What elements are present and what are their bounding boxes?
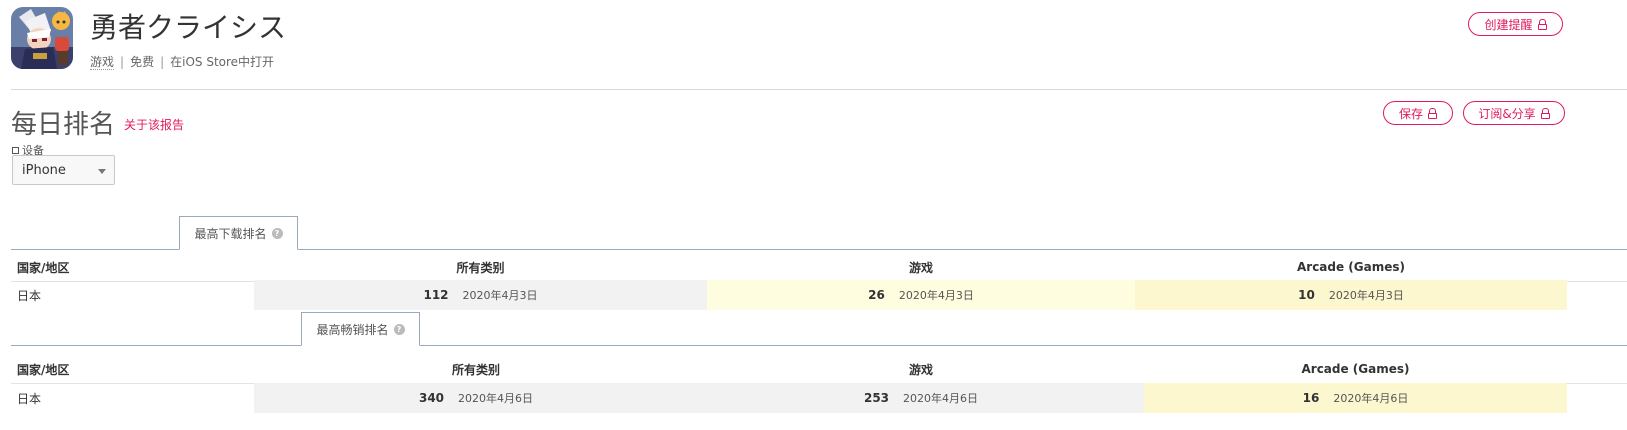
tab-top-grossing-label: 最高畅销排名 xyxy=(316,322,389,337)
app-title: 勇者クライシス xyxy=(90,11,287,44)
app-meta: 游戏 | 免费 | 在iOS Store中打开 xyxy=(90,53,274,70)
rank-cell: 16 2020年4月6日 xyxy=(1144,383,1567,413)
column-header: Arcade (Games) xyxy=(1296,260,1406,274)
rank-cell: 340 2020年4月6日 xyxy=(254,383,698,413)
device-selected-value: iPhone xyxy=(22,162,66,178)
table-row: 日本 112 2020年4月3日 26 2020年4月3日 10 2020年4月… xyxy=(11,280,1627,310)
meta-separator: | xyxy=(120,55,125,69)
rank-number: 26 xyxy=(868,288,885,302)
create-alert-button[interactable]: 创建提醒 xyxy=(1468,12,1563,36)
rank-date: 2020年4月6日 xyxy=(1333,392,1409,405)
about-report-link[interactable]: 关于该报告 xyxy=(124,116,184,133)
save-button[interactable]: 保存 xyxy=(1383,101,1453,125)
rank-value: 112 2020年4月3日 xyxy=(254,287,707,303)
tab-underline xyxy=(11,345,1627,346)
rank-cell: 253 2020年4月6日 xyxy=(698,383,1144,413)
column-header: 游戏 xyxy=(908,362,933,377)
tab-top-downloads[interactable]: 最高下载排名 ? xyxy=(179,216,298,250)
header-divider xyxy=(11,89,1627,90)
chevron-down-icon xyxy=(98,169,106,174)
tab-top-downloads-label: 最高下载排名 xyxy=(194,226,267,241)
lock-icon xyxy=(1537,18,1547,30)
price-label: 免费 xyxy=(130,55,155,69)
column-header: 游戏 xyxy=(908,260,933,275)
rank-value: 340 2020年4月6日 xyxy=(254,390,698,406)
checkbox-icon xyxy=(12,146,19,154)
rank-number: 112 xyxy=(423,288,449,302)
app-icon xyxy=(11,7,73,69)
rank-value: 253 2020年4月6日 xyxy=(698,390,1144,406)
column-header: 国家/地区 xyxy=(17,260,70,275)
table-header-row: 国家/地区 所有类别 游戏 Arcade (Games) xyxy=(11,354,1627,384)
rank-number: 340 xyxy=(418,391,445,405)
rank-cell: 26 2020年4月3日 xyxy=(707,280,1135,310)
ios-store-link[interactable]: 在iOS Store中打开 xyxy=(170,55,274,69)
table-header-row: 国家/地区 所有类别 游戏 Arcade (Games) xyxy=(11,252,1627,282)
rank-cell: 10 2020年4月3日 xyxy=(1135,280,1567,310)
rank-number: 10 xyxy=(1298,288,1315,302)
column-header: 所有类别 xyxy=(451,362,500,377)
column-header: 所有类别 xyxy=(456,260,505,275)
rank-date: 2020年4月6日 xyxy=(458,392,534,405)
create-alert-label: 创建提醒 xyxy=(1484,17,1533,32)
lock-icon xyxy=(1428,107,1437,119)
rank-value: 10 2020年4月3日 xyxy=(1135,287,1567,303)
rank-number: 16 xyxy=(1302,391,1320,405)
lock-icon xyxy=(1540,107,1550,119)
rank-value: 26 2020年4月3日 xyxy=(707,287,1135,303)
character-icon xyxy=(11,7,73,69)
rank-date: 2020年4月3日 xyxy=(898,289,974,302)
section-title: 每日排名 xyxy=(11,110,116,140)
category-link[interactable]: 游戏 xyxy=(90,55,115,70)
rank-cell: 112 2020年4月3日 xyxy=(254,280,707,310)
device-select[interactable]: iPhone xyxy=(12,155,115,185)
save-label: 保存 xyxy=(1398,106,1423,121)
subscribe-share-label: 订阅&分享 xyxy=(1478,106,1536,121)
table-row: 日本 340 2020年4月6日 253 2020年4月6日 16 2020年4… xyxy=(11,383,1627,413)
help-icon[interactable]: ? xyxy=(393,323,405,335)
rank-value: 16 2020年4月6日 xyxy=(1144,390,1567,406)
country-cell: 日本 xyxy=(17,391,42,406)
help-icon[interactable]: ? xyxy=(271,227,283,239)
rank-number: 253 xyxy=(863,391,890,405)
column-header: 国家/地区 xyxy=(17,362,70,377)
rank-date: 2020年4月3日 xyxy=(1328,289,1404,302)
rank-date: 2020年4月6日 xyxy=(903,392,979,405)
column-header: Arcade (Games) xyxy=(1301,362,1410,376)
subscribe-share-button[interactable]: 订阅&分享 xyxy=(1463,101,1565,125)
meta-separator: | xyxy=(160,55,165,69)
tab-top-grossing[interactable]: 最高畅销排名 ? xyxy=(301,312,420,346)
rank-date: 2020年4月3日 xyxy=(462,289,538,302)
country-cell: 日本 xyxy=(17,288,42,303)
